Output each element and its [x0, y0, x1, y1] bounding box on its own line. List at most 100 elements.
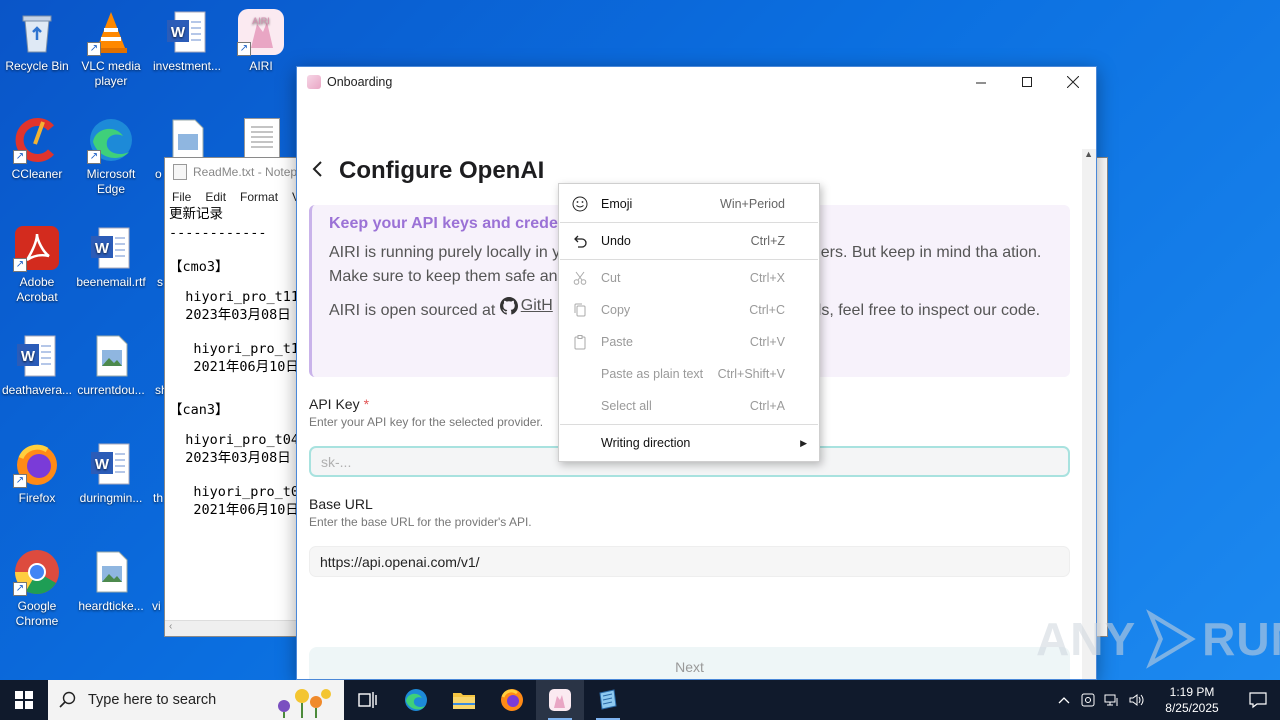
svg-text:W: W: [21, 348, 36, 365]
desktop-icon-vlc[interactable]: ↗ VLC media player: [73, 8, 149, 89]
taskbar-file-explorer[interactable]: [440, 680, 488, 720]
ccleaner-icon: ↗: [13, 116, 61, 164]
taskbar-search-box[interactable]: Type here to search: [48, 680, 344, 720]
menu-item-shortcut: Ctrl+C: [749, 303, 785, 317]
text-lines-icon: [251, 126, 273, 148]
menu-item-shortcut: Ctrl+V: [749, 335, 785, 349]
taskbar-airi[interactable]: [536, 680, 584, 720]
notepad-menu-edit[interactable]: Edit: [198, 190, 233, 204]
github-link-label: GitH: [520, 297, 553, 314]
play-logo-icon: [1146, 609, 1196, 669]
notification-center-button[interactable]: [1236, 691, 1280, 709]
tray-overflow-button[interactable]: [1052, 696, 1076, 704]
text-file-icon[interactable]: [244, 118, 280, 158]
menu-item-label: Paste: [601, 335, 633, 349]
submenu-arrow-icon: ▶: [800, 437, 807, 448]
back-button[interactable]: [311, 158, 339, 184]
desktop-icon-deathavera[interactable]: W deathavera...: [0, 332, 75, 398]
tray-network-button[interactable]: [1100, 692, 1124, 708]
menu-item-label: Writing direction: [601, 436, 691, 450]
taskbar-edge[interactable]: [392, 680, 440, 720]
base-url-input[interactable]: [309, 546, 1070, 577]
svg-text:W: W: [95, 456, 110, 473]
tray-security-button[interactable]: [1076, 692, 1100, 708]
menu-divider: [560, 222, 818, 223]
tray-volume-button[interactable]: [1124, 692, 1148, 708]
menu-item-copy[interactable]: Copy Ctrl+C: [559, 296, 819, 324]
menu-item-paste[interactable]: Paste Ctrl+V: [559, 328, 819, 356]
airi-app-icon: [549, 689, 571, 711]
menu-divider: [560, 424, 818, 425]
taskbar-notepad[interactable]: [584, 680, 632, 720]
scroll-up-arrow-icon[interactable]: ▲: [1084, 149, 1093, 159]
api-key-label-text: API Key: [309, 396, 360, 412]
notepad-title: ReadMe.txt - Notep: [193, 165, 298, 179]
taskbar-clock[interactable]: 1:19 PM 8/25/2025: [1148, 684, 1236, 716]
recycle-bin-icon: [13, 8, 61, 56]
vlc-icon: ↗: [87, 8, 135, 56]
onboarding-header: Configure OpenAI: [311, 157, 544, 185]
anyrun-watermark: ANY RUN: [1036, 608, 1280, 670]
firefox-icon: [501, 689, 523, 711]
desktop-icon-currentdou[interactable]: currentdou...: [73, 332, 149, 398]
desktop-icon-recycle-bin[interactable]: Recycle Bin: [0, 8, 75, 74]
notification-icon: [1249, 692, 1267, 709]
airi-app-icon: AIRI ↗: [237, 8, 285, 56]
menu-item-undo[interactable]: Undo Ctrl+Z: [559, 227, 819, 255]
word-document-icon: W: [13, 332, 61, 380]
minimize-button[interactable]: [958, 67, 1004, 97]
onboarding-title: Onboarding: [327, 75, 393, 89]
menu-item-select-all[interactable]: Select all Ctrl+A: [559, 392, 819, 420]
svg-text:W: W: [171, 24, 186, 41]
menu-item-label: Cut: [601, 271, 621, 285]
menu-item-writing-direction[interactable]: Writing direction ▶: [559, 429, 819, 457]
notepad-menu-format[interactable]: Format: [233, 190, 285, 204]
desktop-icon-beenemail[interactable]: W beenemail.rtf: [73, 224, 149, 290]
desktop-icon-airi[interactable]: AIRI ↗ AIRI: [223, 8, 299, 74]
windows-logo-icon: [15, 691, 33, 709]
close-icon: [1067, 76, 1079, 88]
chevron-up-icon: [1058, 697, 1070, 704]
close-button[interactable]: [1050, 67, 1096, 97]
menu-item-cut[interactable]: Cut Ctrl+X: [559, 264, 819, 292]
notice-prefix: AIRI is open sourced at: [329, 302, 496, 319]
notepad-icon: [599, 689, 617, 710]
chrome-icon: ↗: [13, 548, 61, 596]
volume-icon: [1129, 694, 1144, 706]
menu-item-label: Undo: [601, 234, 631, 248]
next-button[interactable]: Next: [309, 647, 1070, 679]
menu-item-emoji[interactable]: Emoji Win+Period: [559, 190, 819, 218]
context-menu: Emoji Win+Period Undo Ctrl+Z Cut Ctrl+X …: [558, 183, 820, 462]
desktop-icon-ccleaner[interactable]: ↗ CCleaner: [0, 116, 75, 182]
search-placeholder: Type here to search: [88, 692, 217, 708]
menu-item-shortcut: Ctrl+X: [749, 271, 785, 285]
desktop-icon-adobe-acrobat[interactable]: ↗ Adobe Acrobat: [0, 224, 75, 305]
notepad-horizontal-scrollbar[interactable]: ‹: [165, 620, 297, 636]
desktop-icon-microsoft-edge[interactable]: ↗ Microsoft Edge: [73, 116, 149, 197]
task-view-button[interactable]: [344, 680, 392, 720]
onboarding-titlebar[interactable]: Onboarding: [297, 67, 1096, 97]
github-link[interactable]: GitH: [499, 294, 553, 318]
desktop-icon-investment[interactable]: W investment...: [149, 8, 225, 74]
api-key-hint: Enter your API key for the selected prov…: [309, 415, 544, 429]
start-button[interactable]: [0, 680, 48, 720]
task-view-icon: [358, 692, 377, 708]
page-title: Configure OpenAI: [339, 157, 545, 184]
cut-icon: [573, 271, 587, 285]
onboarding-scrollbar[interactable]: [1082, 149, 1096, 679]
desktop-icon-duringmin[interactable]: W duringmin...: [73, 440, 149, 506]
watermark-left-text: ANY: [1036, 613, 1137, 665]
desktop-icon-google-chrome[interactable]: ↗ Google Chrome: [0, 548, 75, 629]
menu-item-label: Emoji: [601, 197, 633, 211]
desktop-icon-firefox[interactable]: ↗ Firefox: [0, 440, 75, 506]
desktop-icon-heardticke[interactable]: heardticke...: [73, 548, 149, 614]
menu-item-paste-plain[interactable]: Paste as plain text Ctrl+Shift+V: [559, 360, 819, 388]
menu-item-shortcut: Win+Period: [720, 197, 785, 211]
maximize-button[interactable]: [1004, 67, 1050, 97]
smiley-icon: [572, 196, 588, 212]
flowers-decoration-icon: [278, 689, 331, 718]
svg-text:AIRI: AIRI: [252, 16, 270, 26]
minimize-icon: [975, 82, 986, 83]
taskbar-firefox[interactable]: [488, 680, 536, 720]
image-file-icon: [87, 332, 135, 380]
